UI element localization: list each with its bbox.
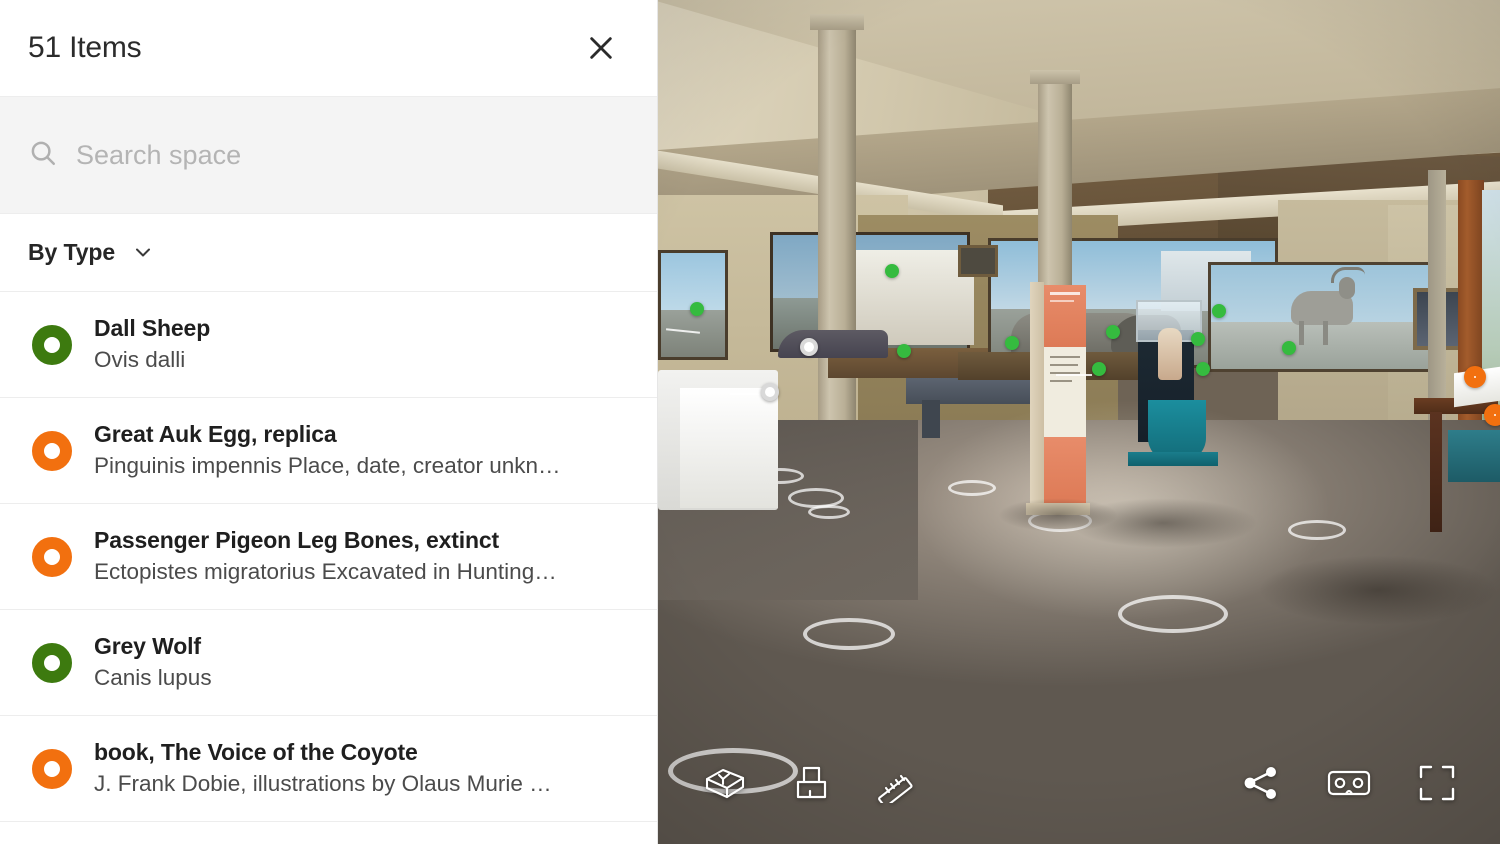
- item-type-marker: [32, 748, 72, 789]
- search-icon: [28, 138, 58, 173]
- items-panel: 51 Items Search space By Type Dall Sheep…: [0, 0, 658, 844]
- list-item-title: Grey Wolf: [94, 632, 201, 659]
- object-marker-orange[interactable]: [1484, 404, 1500, 426]
- measurement-tool-icon: [876, 763, 918, 803]
- page-title: 51 Items: [28, 31, 142, 64]
- close-panel-button[interactable]: [579, 26, 623, 70]
- item-type-marker: [32, 324, 72, 365]
- list-item-subtitle: Canis lupus: [94, 664, 212, 690]
- measurement-tool-button[interactable]: [874, 760, 920, 806]
- share-button[interactable]: [1238, 760, 1284, 806]
- search-input[interactable]: [76, 139, 629, 171]
- object-marker-green[interactable]: [897, 344, 911, 358]
- list-item-title: book, The Voice of the Coyote: [94, 738, 418, 765]
- search-bar[interactable]: [0, 96, 657, 214]
- items-list: Dall Sheep Ovis dalli Great Auk Egg, rep…: [0, 292, 657, 822]
- object-marker-white[interactable]: [761, 383, 779, 401]
- vr-view-button[interactable]: [1326, 760, 1372, 806]
- fullscreen-button[interactable]: [1414, 760, 1460, 806]
- view-mode-toolbar: [702, 760, 920, 806]
- actions-toolbar: [1238, 760, 1460, 806]
- marker-leader-line: [1056, 374, 1092, 376]
- list-item-title: Dall Sheep: [94, 314, 211, 341]
- object-marker-green[interactable]: [1282, 341, 1296, 355]
- vr-goggles-icon: [1326, 766, 1372, 800]
- list-item[interactable]: book, The Voice of the Coyote J. Frank D…: [0, 716, 657, 822]
- item-type-marker: [32, 642, 72, 683]
- object-marker-green[interactable]: [1106, 325, 1120, 339]
- close-icon: [585, 32, 617, 64]
- share-icon: [1241, 764, 1281, 802]
- object-marker-green[interactable]: [1092, 362, 1106, 376]
- object-marker-green[interactable]: [885, 264, 899, 278]
- chevron-down-icon: [131, 240, 155, 269]
- panel-header: 51 Items: [0, 0, 657, 96]
- object-marker-green[interactable]: [690, 302, 704, 316]
- virtual-tour-app: 51 Items Search space By Type Dall Sheep…: [0, 0, 1500, 844]
- list-item-subtitle: Ovis dalli: [94, 346, 186, 372]
- dollhouse-view-icon: [703, 763, 747, 803]
- list-item-subtitle: Ectopistes migratorius Excavated in Hunt…: [94, 558, 557, 584]
- list-item-title: Great Auk Egg, replica: [94, 420, 337, 447]
- fullscreen-icon: [1417, 763, 1457, 803]
- list-item[interactable]: Passenger Pigeon Leg Bones, extinct Ecto…: [0, 504, 657, 610]
- list-item[interactable]: Dall Sheep Ovis dalli: [0, 292, 657, 398]
- list-item-subtitle: J. Frank Dobie, illustrations by Olaus M…: [94, 770, 552, 796]
- object-marker-green[interactable]: [1005, 336, 1019, 350]
- sort-by-label: By Type: [28, 239, 116, 265]
- item-type-marker: [32, 536, 72, 577]
- object-marker-green[interactable]: [1212, 304, 1226, 318]
- list-item[interactable]: Great Auk Egg, replica Pinguinis impenni…: [0, 398, 657, 504]
- object-marker-white[interactable]: [800, 338, 818, 356]
- floorplan-view-icon: [792, 763, 830, 803]
- dollhouse-view-button[interactable]: [702, 760, 748, 806]
- floorplan-view-button[interactable]: [788, 760, 834, 806]
- item-type-marker: [32, 430, 72, 471]
- sort-by-type-dropdown[interactable]: By Type: [0, 214, 657, 292]
- list-item[interactable]: Grey Wolf Canis lupus: [0, 610, 657, 716]
- panorama-viewport[interactable]: [658, 0, 1500, 844]
- object-marker-green[interactable]: [1196, 362, 1210, 376]
- list-item-title: Passenger Pigeon Leg Bones, extinct: [94, 526, 500, 553]
- object-marker-orange[interactable]: [1464, 366, 1486, 388]
- panorama-image: [658, 0, 1500, 844]
- list-item-subtitle: Pinguinis impennis Place, date, creator …: [94, 452, 561, 478]
- object-marker-green[interactable]: [1191, 332, 1205, 346]
